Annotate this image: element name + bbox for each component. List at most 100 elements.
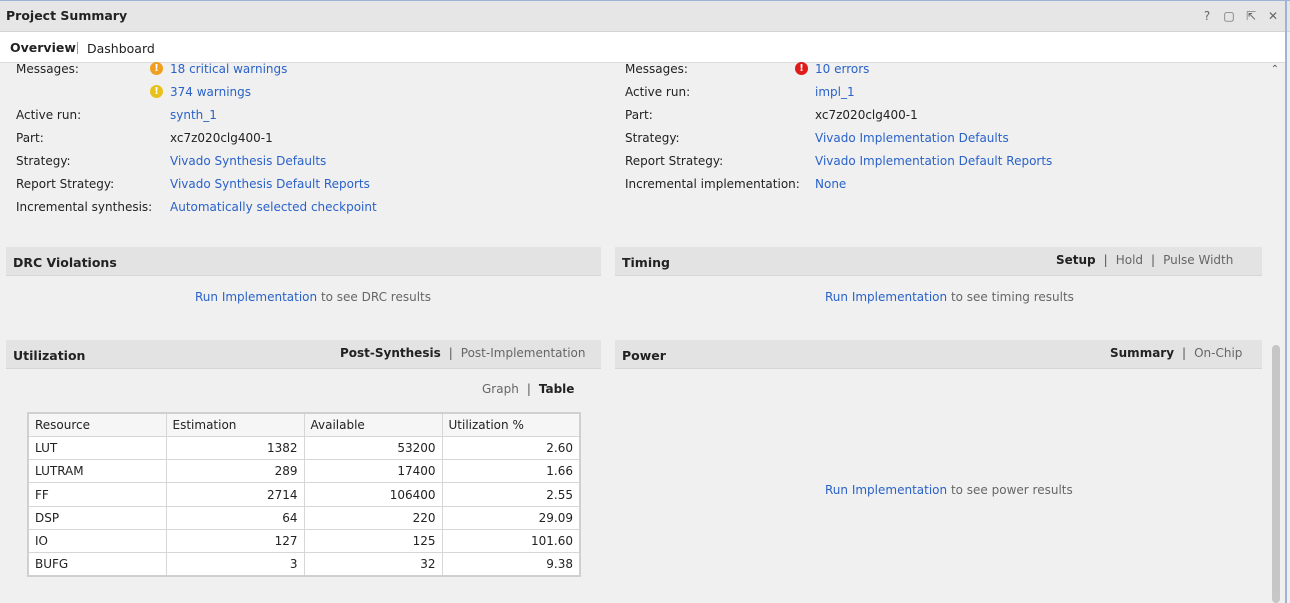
power-message-suffix: to see power results [950,483,1073,497]
impl-report-strategy-link[interactable]: Vivado Implementation Default Reports [815,154,1052,168]
view-table-toggle[interactable]: Table [539,382,575,396]
utilization-tab-post-implementation[interactable]: Post-Implementation [461,346,586,360]
maximize-icon[interactable]: ⇱ [1244,8,1258,24]
subtab-separator: | [526,382,531,396]
warning-icon: ! [150,85,163,98]
column-header-estimation[interactable]: Estimation [165,412,305,437]
scroll-up-icon[interactable]: ⌃ [1270,65,1280,75]
error-icon: ! [795,62,808,75]
table-row[interactable]: LUTRAM 289 17400 1.66 [27,459,581,484]
impl-report-strategy-label: Report Strategy: [625,154,724,168]
impl-part-value: xc7z020clg400-1 [815,108,918,122]
subtab-separator: | [1151,253,1156,267]
cell-available: 32 [303,552,443,577]
tab-bar: Overview Dashboard [0,32,1286,63]
subtab-separator: | [1182,346,1187,360]
column-header-resource[interactable]: Resource [27,412,167,437]
timing-message: Run Implementation to see timing results [825,290,1074,304]
impl-active-run-link[interactable]: impl_1 [815,85,855,99]
restore-icon[interactable]: ▢ [1222,8,1236,24]
cell-available: 220 [303,505,443,530]
synth-critical-warnings-link[interactable]: 18 critical warnings [170,62,287,76]
cell-estimation: 1382 [165,435,305,461]
synth-part-value: xc7z020clg400-1 [170,131,273,145]
cell-resource: BUFG [27,552,167,577]
synth-strategy-link[interactable]: Vivado Synthesis Defaults [170,154,326,168]
cell-utilization: 101.60 [441,528,581,554]
drc-message-suffix: to see DRC results [320,290,432,304]
cell-estimation: 64 [165,505,305,530]
power-run-implementation-link[interactable]: Run Implementation [825,483,947,497]
cell-resource: DSP [27,505,167,530]
timing-message-suffix: to see timing results [950,290,1074,304]
synth-messages-label: Messages: [16,62,79,76]
subtab-separator: | [448,346,453,360]
impl-strategy-link[interactable]: Vivado Implementation Defaults [815,131,1009,145]
timing-tab-setup[interactable]: Setup [1056,253,1096,267]
utilization-section-header: Utilization Post-Synthesis | Post-Implemen… [6,340,601,369]
impl-incremental-link[interactable]: None [815,177,846,191]
impl-strategy-label: Strategy: [625,131,680,145]
help-icon[interactable]: ? [1200,8,1214,24]
subtab-separator: | [1103,253,1108,267]
cell-available: 53200 [303,435,443,461]
drc-run-implementation-link[interactable]: Run Implementation [195,290,317,304]
power-message: Run Implementation to see power results [825,483,1073,497]
cell-available: 125 [303,528,443,554]
timing-run-implementation-link[interactable]: Run Implementation [825,290,947,304]
drc-message: Run Implementation to see DRC results [195,290,431,304]
timing-subtabs: Setup | Hold | Pulse Width [1056,253,1233,267]
table-row[interactable]: BUFG 3 32 9.38 [27,552,581,577]
drc-section-title: DRC Violations [13,255,117,270]
timing-section-title: Timing [622,255,670,270]
tab-separator [77,42,78,54]
synth-warnings-link[interactable]: 374 warnings [170,85,251,99]
table-row[interactable]: DSP 64 220 29.09 [27,505,581,530]
utilization-view-toggle: Graph | Table [482,382,574,396]
view-graph-toggle[interactable]: Graph [482,382,519,396]
utilization-table: Resource Estimation Available Utilizatio… [27,412,581,578]
impl-errors-link[interactable]: 10 errors [815,62,869,76]
table-row[interactable]: LUT 1382 53200 2.60 [27,435,581,461]
cell-resource: FF [27,482,167,507]
utilization-subtabs: Post-Synthesis | Post-Implementation [340,346,586,360]
column-header-available[interactable]: Available [303,412,443,437]
panel-titlebar: Project Summary ? ▢ ⇱ ✕ [0,0,1290,32]
cell-utilization: 2.60 [441,435,581,461]
critical-warning-icon: ! [150,62,163,75]
close-icon[interactable]: ✕ [1266,8,1280,24]
cell-estimation: 127 [165,528,305,554]
synth-active-run-link[interactable]: synth_1 [170,108,217,122]
scrollbar-thumb[interactable] [1272,345,1280,603]
synth-report-strategy-label: Report Strategy: [16,177,115,191]
impl-incremental-label: Incremental implementation: [625,177,800,191]
panel-title: Project Summary [6,8,128,23]
table-row[interactable]: FF 2714 106400 2.55 [27,482,581,507]
table-row[interactable]: IO 127 125 101.60 [27,528,581,554]
cell-utilization: 1.66 [441,459,581,484]
table-header-row: Resource Estimation Available Utilizatio… [27,412,581,437]
synth-active-run-label: Active run: [16,108,82,122]
synth-report-strategy-link[interactable]: Vivado Synthesis Default Reports [170,177,370,191]
timing-tab-pulse-width[interactable]: Pulse Width [1163,253,1233,267]
cell-resource: IO [27,528,167,554]
cell-utilization: 2.55 [441,482,581,507]
impl-messages-label: Messages: [625,62,688,76]
power-tab-on-chip[interactable]: On-Chip [1194,346,1242,360]
cell-utilization: 29.09 [441,505,581,530]
power-subtabs: Summary | On-Chip [1110,346,1242,360]
cell-utilization: 9.38 [441,552,581,577]
cell-available: 106400 [303,482,443,507]
column-header-utilization[interactable]: Utilization % [441,412,581,437]
synth-incremental-link[interactable]: Automatically selected checkpoint [170,200,377,214]
power-section-title: Power [622,348,666,363]
cell-estimation: 289 [165,459,305,484]
vertical-scrollbar[interactable]: ⌃ [1268,63,1282,603]
power-tab-summary[interactable]: Summary [1110,346,1174,360]
tab-dashboard[interactable]: Dashboard [87,41,155,56]
utilization-tab-post-synthesis[interactable]: Post-Synthesis [340,346,441,360]
drc-section-header: DRC Violations [6,247,601,276]
tab-overview[interactable]: Overview [10,40,76,55]
synth-part-label: Part: [16,131,44,145]
timing-tab-hold[interactable]: Hold [1116,253,1143,267]
